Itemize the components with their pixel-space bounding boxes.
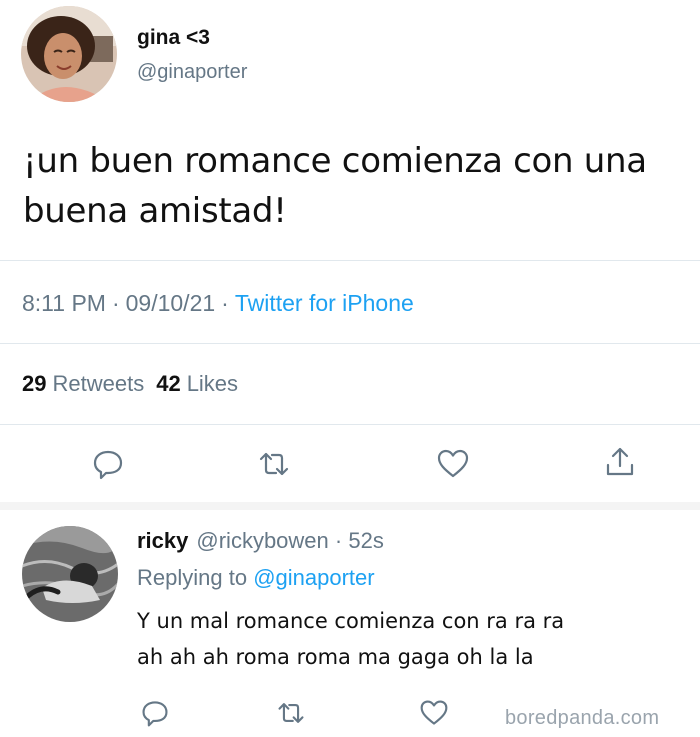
retweets-stat[interactable]: 29 Retweets [22, 371, 144, 396]
reply-icon [142, 701, 168, 727]
main-tweet: gina <3 @ginaporter ¡un buen romance com… [0, 0, 700, 502]
avatar-gina[interactable] [21, 6, 117, 102]
divider [0, 424, 700, 425]
replying-to-handle[interactable]: @ginaporter [253, 565, 374, 590]
retweets-count: 29 [22, 371, 47, 396]
divider [0, 260, 700, 261]
tweet-meta: 8:11 PM · 09/10/21 · Twitter for iPhone [22, 290, 414, 316]
retweet-icon [259, 452, 289, 476]
reply-text-line: Y un mal romance comienza con ra ra ra [137, 609, 565, 633]
likes-count: 42 [156, 371, 181, 396]
reply-like-button[interactable] [419, 698, 449, 728]
reply-text: Y un mal romance comienza con ra ra ra a… [137, 603, 677, 675]
divider [0, 343, 700, 344]
reply-button[interactable] [91, 447, 125, 481]
like-icon [420, 700, 448, 725]
retweet-button[interactable] [257, 447, 291, 481]
replying-label: Replying to [137, 565, 248, 590]
reply-header: ricky @rickybowen · 52s [137, 528, 384, 553]
watermark: boredpanda.com [505, 707, 660, 729]
share-button[interactable] [603, 445, 637, 479]
reply-icon [93, 450, 123, 480]
avatar-ricky[interactable] [22, 526, 118, 622]
reply-handle[interactable]: @rickybowen [196, 528, 328, 553]
replying-to: Replying to @ginaporter [137, 565, 375, 591]
retweet-icon [278, 703, 304, 723]
like-button[interactable] [436, 447, 470, 481]
share-icon [606, 447, 634, 476]
retweets-label: Retweets [52, 371, 145, 396]
reply-retweet-button[interactable] [276, 698, 306, 728]
likes-label: Likes [186, 371, 239, 396]
reply-text-line: ah ah ah roma roma ma gaga oh la la [137, 645, 534, 669]
reply-reply-button[interactable] [140, 698, 170, 728]
tweet-stats: 29 Retweets 42 Likes [22, 371, 238, 397]
reply-tweet: ricky @rickybowen · 52s Replying to @gina… [0, 510, 700, 737]
tweet-time[interactable]: 8:11 PM [22, 290, 106, 316]
reply-display-name[interactable]: ricky [137, 528, 188, 553]
user-handle[interactable]: @ginaporter [137, 61, 247, 84]
tweet-date[interactable]: 09/10/21 [126, 290, 216, 316]
tweet-text: ¡un buen romance comienza con una buena … [23, 141, 647, 231]
tweet-source[interactable]: Twitter for iPhone [235, 290, 414, 316]
display-name[interactable]: gina <3 [137, 26, 210, 50]
like-icon [437, 449, 469, 478]
likes-stat[interactable]: 42 Likes [156, 371, 238, 396]
reply-age[interactable]: 52s [348, 528, 383, 553]
